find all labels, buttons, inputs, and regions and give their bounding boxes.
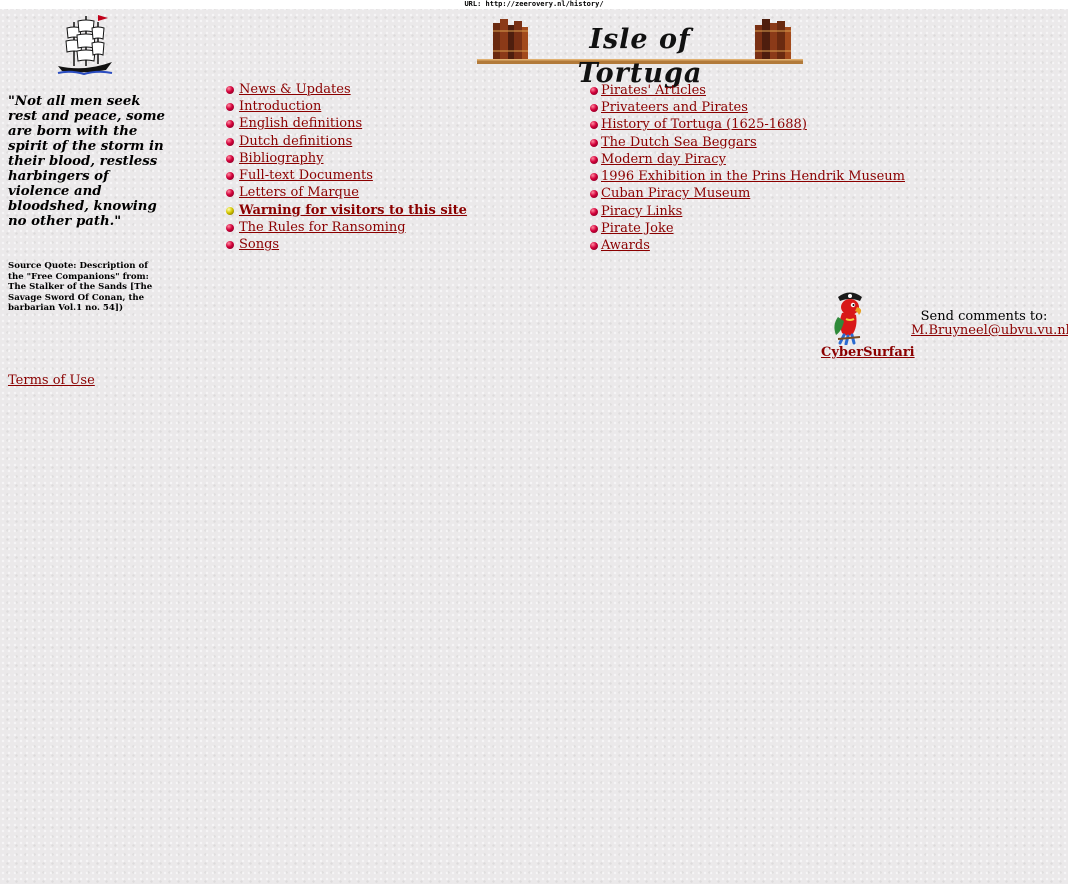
nav-item[interactable]: Dutch definitions — [226, 133, 467, 150]
nav-link[interactable]: Cuban Piracy Museum — [601, 186, 750, 202]
cybersurfari-link[interactable]: CyberSurfari — [821, 345, 915, 361]
bullet-icon — [590, 207, 598, 216]
bullet-yellow-icon — [226, 206, 234, 215]
url-bar: URL: http://zeerovery.nl/history/ — [0, 0, 1068, 9]
nav-item[interactable]: Songs — [226, 237, 467, 254]
nav-link[interactable]: Full-text Documents — [239, 168, 373, 184]
nav-link[interactable]: Introduction — [239, 99, 321, 115]
nav-column-right: Pirates' Articles Privateers and Pirates… — [590, 82, 905, 255]
nav-link[interactable]: The Dutch Sea Beggars — [601, 135, 757, 151]
bullet-icon — [226, 102, 234, 111]
bullet-icon — [226, 120, 234, 129]
nav-link[interactable]: Privateers and Pirates — [601, 100, 748, 116]
nav-item[interactable]: History of Tortuga (1625-1688) — [590, 117, 905, 134]
nav-item[interactable]: Awards — [590, 238, 905, 255]
nav-link[interactable]: Dutch definitions — [239, 134, 352, 150]
bullet-icon — [226, 137, 234, 146]
bullet-icon — [226, 85, 234, 94]
bullet-icon — [226, 224, 234, 233]
bullet-icon — [590, 173, 598, 182]
nav-item[interactable]: Warning for visitors to this site — [226, 202, 467, 219]
nav-item[interactable]: Bibliography — [226, 150, 467, 167]
nav-link[interactable]: Piracy Links — [601, 204, 682, 220]
nav-item[interactable]: Introduction — [226, 98, 467, 115]
nav-link[interactable]: Modern day Piracy — [601, 152, 726, 168]
nav-item[interactable]: Privateers and Pirates — [590, 99, 905, 116]
nav-item[interactable]: Modern day Piracy — [590, 151, 905, 168]
bullet-icon — [590, 86, 598, 95]
nav-link[interactable]: Songs — [239, 237, 279, 253]
bullet-icon — [590, 103, 598, 112]
nav-item[interactable]: Full-text Documents — [226, 167, 467, 184]
nav-item[interactable]: Pirate Joke — [590, 220, 905, 237]
parrot-pirate-icon[interactable] — [824, 289, 874, 345]
nav-link[interactable]: Pirates' Articles — [601, 83, 706, 99]
bullet-icon — [590, 121, 598, 130]
bullet-icon — [226, 154, 234, 163]
bullet-icon — [590, 155, 598, 164]
bullet-icon — [590, 242, 598, 251]
nav-link[interactable]: The Rules for Ransoming — [239, 220, 406, 236]
site-banner: Isle of Tortuga — [477, 17, 803, 89]
nav-item[interactable]: Cuban Piracy Museum — [590, 186, 905, 203]
banner-title: Isle of Tortuga — [577, 24, 703, 89]
nav-item[interactable]: English definitions — [226, 116, 467, 133]
bullet-icon — [590, 138, 598, 147]
bullet-icon — [590, 225, 598, 234]
bullet-icon — [226, 172, 234, 181]
bullet-icon — [226, 189, 234, 198]
nav-link[interactable]: History of Tortuga (1625-1688) — [601, 117, 807, 133]
nav-link[interactable]: 1996 Exhibition in the Prins Hendrik Mus… — [601, 169, 905, 185]
nav-item[interactable]: Pirates' Articles — [590, 82, 905, 99]
sidebar-quote: "Not all men seek rest and peace, some a… — [8, 94, 166, 229]
warning-link[interactable]: Warning for visitors to this site — [239, 203, 467, 219]
nav-link[interactable]: English definitions — [239, 116, 362, 132]
bullet-icon — [590, 190, 598, 199]
nav-item[interactable]: News & Updates — [226, 81, 467, 98]
quote-source: Source Quote: Description of the "Free C… — [8, 261, 153, 313]
nav-item[interactable]: Letters of Marque — [226, 185, 467, 202]
nav-column-left: News & Updates Introduction English defi… — [226, 81, 467, 254]
nav-item[interactable]: Piracy Links — [590, 203, 905, 220]
sailing-ship-icon — [57, 15, 113, 76]
nav-link[interactable]: Bibliography — [239, 151, 324, 167]
terms-of-use-link[interactable]: Terms of Use — [8, 373, 95, 389]
nav-item[interactable]: The Dutch Sea Beggars — [590, 134, 905, 151]
nav-link[interactable]: Awards — [601, 238, 650, 254]
nav-item[interactable]: 1996 Exhibition in the Prins Hendrik Mus… — [590, 168, 905, 185]
nav-link[interactable]: Pirate Joke — [601, 221, 674, 237]
nav-link[interactable]: News & Updates — [239, 82, 351, 98]
nav-link[interactable]: Letters of Marque — [239, 185, 359, 201]
bullet-icon — [226, 241, 234, 250]
send-comments-label: Send comments to: — [920, 309, 1048, 324]
email-link[interactable]: M.Bruyneel@ubvu.vu.nl — [911, 323, 1068, 339]
nav-item[interactable]: The Rules for Ransoming — [226, 219, 467, 236]
